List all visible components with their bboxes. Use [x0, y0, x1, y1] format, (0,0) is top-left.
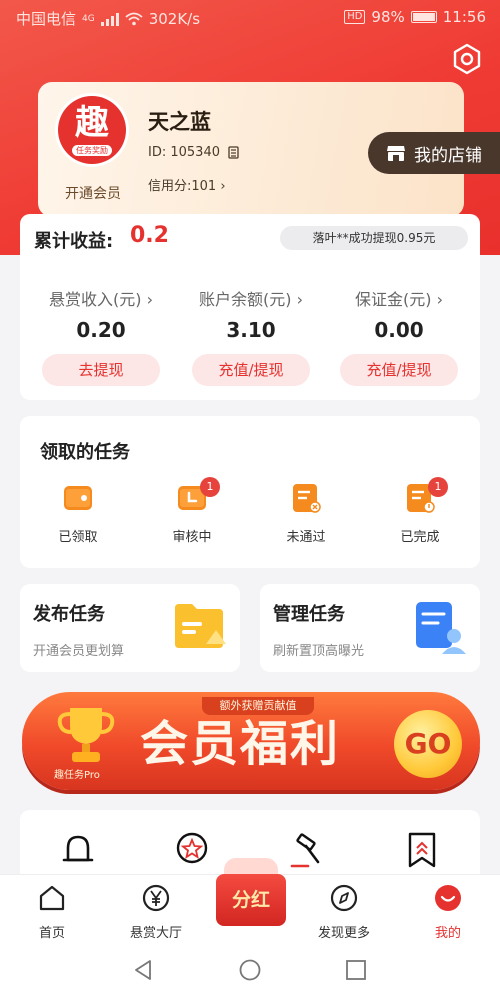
status-right: HD 98% 11:56	[344, 8, 486, 26]
reward-income-col: 悬赏收入(元) › 0.20 去提现	[26, 286, 176, 386]
pro-label: 趣任务Pro	[54, 770, 100, 781]
tab-home-label: 首页	[38, 926, 65, 941]
banner-bonus-tag: 额外获赠贡献值	[202, 697, 314, 715]
status-bar: 中国电信 4G 302K/s HD 98% 11:56	[0, 0, 500, 36]
avatar-logo-char: 趣	[75, 103, 109, 143]
system-nav-bar	[0, 940, 500, 1000]
balance-title: 账户余额(元)	[199, 290, 292, 309]
my-shop-label: 我的店铺	[414, 145, 482, 166]
doc-user-icon	[416, 602, 466, 654]
balance-col: 账户余额(元) › 3.10 充值/提现	[176, 286, 326, 386]
battery-icon	[410, 11, 437, 23]
manage-task-title: 管理任务	[273, 604, 345, 625]
credit-score-link[interactable]: 信用分:101 ›	[148, 175, 226, 194]
wallet-icon	[62, 482, 94, 514]
chevron-right-icon: ›	[220, 179, 226, 194]
tab-home[interactable]: 首页	[12, 883, 92, 941]
smile-face-icon	[435, 885, 461, 911]
tab-reward-hall[interactable]: 悬赏大厅	[116, 883, 196, 941]
tab-discover-label: 发现更多	[317, 926, 370, 941]
publish-task-subtitle: 开通会员更划算	[33, 644, 125, 659]
go-button[interactable]: GO	[394, 710, 462, 778]
deposit-value: 0.00	[374, 318, 424, 342]
avatar-logo-sub: 任务奖励	[72, 145, 112, 156]
chevron-right-icon: ›	[146, 290, 153, 309]
tab-discover[interactable]: 发现更多	[304, 883, 384, 941]
doc-x-icon	[290, 482, 322, 514]
tab-dividend[interactable]: 分红	[206, 856, 296, 930]
publish-task-card[interactable]: 发布任务 开通会员更划算	[20, 584, 240, 672]
avatar[interactable]: 趣 任务奖励	[58, 96, 126, 164]
reward-income-value: 0.20	[76, 318, 126, 342]
settings-gear-icon[interactable]	[450, 42, 484, 76]
home-icon	[39, 885, 65, 911]
withdraw-notice: 落叶**成功提现0.95元	[280, 226, 468, 250]
doc-alert-icon: 1	[404, 477, 448, 514]
task-completed-item[interactable]: 1 已完成	[382, 477, 458, 545]
reviewing-badge: 1	[200, 477, 220, 497]
hd-badge: HD	[344, 10, 366, 24]
deposit-col: 保证金(元) › 0.00 充值/提现	[324, 286, 474, 386]
tab-mine-label: 我的	[434, 926, 461, 941]
trophy-icon	[57, 708, 115, 762]
compass-icon	[330, 884, 358, 912]
credit-score: 信用分:101	[148, 179, 217, 194]
task-rejected-item[interactable]: 未通过	[268, 482, 344, 545]
bell-icon[interactable]	[58, 830, 98, 870]
user-id-row: ID: 105340	[148, 145, 240, 160]
publish-task-title: 发布任务	[33, 604, 105, 625]
total-earnings-label: 累计收益:	[34, 231, 114, 252]
task-completed-label: 已完成	[400, 530, 440, 545]
bookmark-icon[interactable]	[402, 830, 442, 870]
chevron-right-icon: ›	[296, 290, 303, 309]
reward-income-title: 悬赏收入(元)	[49, 290, 142, 309]
tab-mine[interactable]: 我的	[408, 883, 488, 941]
task-reviewing-item[interactable]: 1 审核中	[154, 477, 230, 545]
reward-income-link[interactable]: 悬赏收入(元) ›	[26, 286, 176, 310]
back-icon[interactable]	[131, 958, 155, 982]
carrier-name: 中国电信	[16, 10, 77, 28]
manage-task-card[interactable]: 管理任务 刷新置顶高曝光	[260, 584, 480, 672]
network-type: 4G	[82, 13, 95, 24]
wifi-icon	[125, 12, 143, 25]
yen-coin-icon	[142, 884, 170, 912]
balance-value: 3.10	[226, 318, 276, 342]
clock-doc-icon: 1	[176, 477, 220, 514]
balance-recharge-button[interactable]: 充值/提现	[192, 354, 310, 386]
status-left: 中国电信 4G 302K/s	[16, 8, 200, 29]
user-id: ID: 105340	[148, 145, 220, 160]
task-received-label: 已领取	[58, 530, 98, 545]
received-tasks-card: 领取的任务 已领取 1 审核中 未通过 1 已完成	[20, 416, 480, 568]
task-received-item[interactable]: 已领取	[40, 482, 116, 545]
open-member-link[interactable]: 开通会员	[58, 183, 128, 203]
tab-reward-hall-label: 悬赏大厅	[129, 926, 182, 941]
recents-icon[interactable]	[344, 958, 368, 982]
balance-link[interactable]: 账户余额(元) ›	[176, 286, 326, 310]
tab-dividend-label: 分红	[216, 874, 286, 926]
shop-icon	[387, 146, 405, 161]
chevron-right-icon: ›	[436, 290, 443, 309]
withdraw-button[interactable]: 去提现	[42, 354, 160, 386]
signal-icon	[100, 12, 119, 26]
user-name: 天之蓝	[148, 110, 211, 134]
deposit-recharge-button[interactable]: 充值/提现	[340, 354, 458, 386]
received-tasks-title: 领取的任务	[40, 442, 130, 463]
deposit-link[interactable]: 保证金(元) ›	[324, 286, 474, 310]
completed-badge: 1	[428, 477, 448, 497]
task-reviewing-label: 审核中	[172, 530, 212, 545]
deposit-title: 保证金(元)	[355, 290, 432, 309]
folder-icon	[175, 604, 226, 648]
earnings-card: 累计收益: 0.2 落叶**成功提现0.95元 悬赏收入(元) › 0.20 去…	[20, 214, 480, 400]
clock: 11:56	[442, 8, 486, 26]
copy-icon[interactable]	[226, 145, 240, 160]
home-circle-icon[interactable]	[238, 958, 262, 982]
task-rejected-label: 未通过	[286, 530, 326, 545]
battery-percent: 98%	[371, 8, 405, 26]
manage-task-subtitle: 刷新置顶高曝光	[273, 644, 365, 659]
total-earnings-value: 0.2	[130, 223, 169, 248]
my-shop-button[interactable]: 我的店铺	[368, 132, 500, 174]
network-speed: 302K/s	[148, 9, 201, 28]
